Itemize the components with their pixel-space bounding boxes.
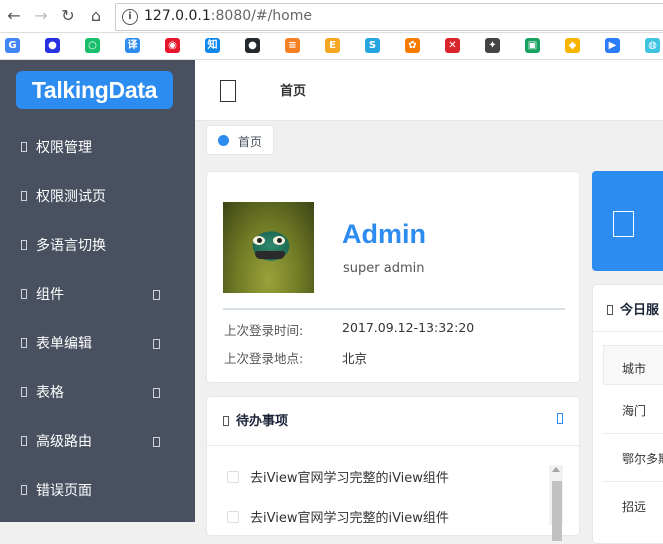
city-service-card: 今日服 城市 海门 鄂尔多斯 招远 bbox=[592, 284, 663, 544]
google-icon[interactable]: G bbox=[5, 38, 20, 53]
column-header-city: 城市 bbox=[622, 362, 647, 376]
e-app-icon[interactable]: E bbox=[325, 38, 340, 53]
sidebar-item-label: 权限管理 bbox=[36, 140, 92, 156]
todo-scrollbar[interactable] bbox=[549, 465, 563, 541]
sidebar-item-label: 表单编辑 bbox=[36, 336, 92, 352]
last-login-place-value: 北京 bbox=[342, 351, 368, 366]
sidebar-item[interactable]: 表格 bbox=[0, 369, 195, 418]
menu-item-icon bbox=[21, 436, 27, 446]
top-header: 首页 bbox=[195, 60, 663, 121]
orange-flower-icon[interactable]: ✿ bbox=[405, 38, 420, 53]
user-card: Admin super admin 上次登录时间: 2017.09.12-13:… bbox=[206, 171, 580, 383]
avatar bbox=[223, 202, 314, 293]
menu-item-icon bbox=[21, 240, 27, 250]
todo-title-icon bbox=[223, 416, 229, 426]
menu-item-icon bbox=[21, 289, 27, 299]
submenu-arrow-icon bbox=[153, 290, 160, 300]
tag-home[interactable]: 首页 bbox=[206, 125, 274, 155]
translate-icon[interactable]: 译 bbox=[125, 38, 140, 53]
sidebar: TalkingData 权限管理权限测试页多语言切换组件表单编辑表格高级路由错误… bbox=[0, 60, 195, 522]
play-icon[interactable]: ▶ bbox=[605, 38, 620, 53]
tag-label: 首页 bbox=[238, 135, 263, 149]
todo-checkbox[interactable] bbox=[227, 511, 239, 523]
stackoverflow-icon[interactable]: ≡ bbox=[285, 38, 300, 53]
browser-toolbar: ← → ↻ ⌂ i 127.0.0.1:8080/#/home bbox=[0, 0, 663, 33]
reload-icon[interactable]: ↻ bbox=[58, 6, 78, 26]
menu-item-icon bbox=[21, 338, 27, 348]
baidu-icon[interactable]: ● bbox=[45, 38, 60, 53]
last-login-time-value: 2017.09.12-13:32:20 bbox=[342, 320, 475, 335]
city-service-title: 今日服 bbox=[607, 299, 659, 318]
stat-icon bbox=[613, 211, 634, 237]
card-header-divider bbox=[207, 445, 579, 446]
menu-item-icon bbox=[21, 485, 27, 495]
breadcrumb: 首页 bbox=[280, 84, 307, 99]
divider bbox=[223, 308, 565, 310]
avatar-right-eye bbox=[273, 236, 285, 245]
sidebar-item-label: 多语言切换 bbox=[36, 238, 106, 254]
menu-item-icon bbox=[21, 142, 27, 152]
submenu-arrow-icon bbox=[153, 388, 160, 398]
todo-card: 待办事项 去iView官网学习完整的iView组件 去iView官网学习完整的i… bbox=[206, 396, 580, 541]
table-cell-city: 海门 bbox=[622, 404, 647, 418]
todo-item[interactable]: 去iView官网学习完整的iView组件 bbox=[227, 467, 449, 486]
sidebar-item[interactable]: 错误页面 bbox=[0, 467, 195, 516]
last-login-place-label: 上次登录地点: bbox=[224, 351, 304, 366]
bookmarks-bar: G ● ○ 译 ◉ 知 ● ≡ E S ✿ ✕ ✦ ▣ ◆ ▶ ◍ bbox=[0, 33, 663, 60]
github-icon[interactable]: ● bbox=[245, 38, 260, 53]
sidebar-item[interactable]: 权限测试页 bbox=[0, 173, 195, 222]
sidebar-item-label: 权限测试页 bbox=[36, 189, 106, 205]
scroll-up-icon[interactable] bbox=[552, 467, 560, 472]
sidebar-item[interactable]: 权限管理 bbox=[0, 124, 195, 173]
red-x-icon[interactable]: ✕ bbox=[445, 38, 460, 53]
sidebar-item-label: 组件 bbox=[36, 287, 64, 303]
bird-icon[interactable]: ✦ bbox=[485, 38, 500, 53]
weibo-icon[interactable]: ◉ bbox=[165, 38, 180, 53]
address-bar[interactable]: i 127.0.0.1:8080/#/home bbox=[115, 3, 663, 31]
back-icon[interactable]: ← bbox=[4, 6, 24, 26]
home-icon[interactable]: ⌂ bbox=[86, 6, 106, 26]
sidebar-item-label: 表格 bbox=[36, 385, 64, 401]
scroll-thumb[interactable] bbox=[552, 481, 562, 541]
panda-icon[interactable]: ▣ bbox=[525, 38, 540, 53]
sidebar-item[interactable]: 表单编辑 bbox=[0, 320, 195, 369]
robot-icon[interactable]: ◍ bbox=[645, 38, 660, 53]
todo-title: 待办事项 bbox=[223, 410, 288, 429]
url-text: 127.0.0.1:8080/#/home bbox=[144, 8, 312, 24]
tag-dot-icon bbox=[218, 135, 229, 146]
menu-item-icon bbox=[21, 387, 27, 397]
sidebar-toggle-icon[interactable] bbox=[220, 80, 236, 102]
card-header-divider bbox=[593, 331, 663, 332]
last-login-time-label: 上次登录时间: bbox=[224, 323, 304, 338]
avatar-mustache bbox=[255, 251, 285, 259]
sidebar-item[interactable]: 多语言切换 bbox=[0, 222, 195, 271]
forward-icon[interactable]: → bbox=[31, 6, 51, 26]
sidebar-item-label: 错误页面 bbox=[36, 483, 92, 499]
sidebar-item[interactable]: 组件 bbox=[0, 271, 195, 320]
avatar-left-eye bbox=[253, 236, 265, 245]
todo-checkbox[interactable] bbox=[227, 471, 239, 483]
zhihu-icon[interactable]: 知 bbox=[205, 38, 220, 53]
yellow-cat-icon[interactable]: ◆ bbox=[565, 38, 580, 53]
logo[interactable]: TalkingData bbox=[16, 71, 173, 109]
submenu-arrow-icon bbox=[153, 339, 160, 349]
todo-item[interactable]: 去iView官网学习完整的iView组件 bbox=[227, 507, 449, 526]
add-todo-icon[interactable] bbox=[557, 413, 563, 424]
table-cell-city: 鄂尔多斯 bbox=[622, 452, 663, 466]
table-cell-city: 招远 bbox=[622, 500, 647, 514]
green-app-icon[interactable]: ○ bbox=[85, 38, 100, 53]
sidebar-item[interactable]: 高级路由 bbox=[0, 418, 195, 467]
user-role: super admin bbox=[343, 261, 425, 276]
menu-item-icon bbox=[21, 191, 27, 201]
site-info-icon[interactable]: i bbox=[122, 9, 138, 25]
sidebar-item-label: 高级路由 bbox=[36, 434, 92, 450]
row-divider bbox=[603, 481, 663, 482]
row-divider bbox=[603, 433, 663, 434]
submenu-arrow-icon bbox=[153, 437, 160, 447]
city-service-title-icon bbox=[607, 305, 613, 315]
swirl-app-icon[interactable]: S bbox=[365, 38, 380, 53]
user-name: Admin bbox=[342, 219, 426, 249]
stat-card bbox=[592, 171, 663, 271]
tags-bar: 首页 bbox=[195, 121, 663, 158]
